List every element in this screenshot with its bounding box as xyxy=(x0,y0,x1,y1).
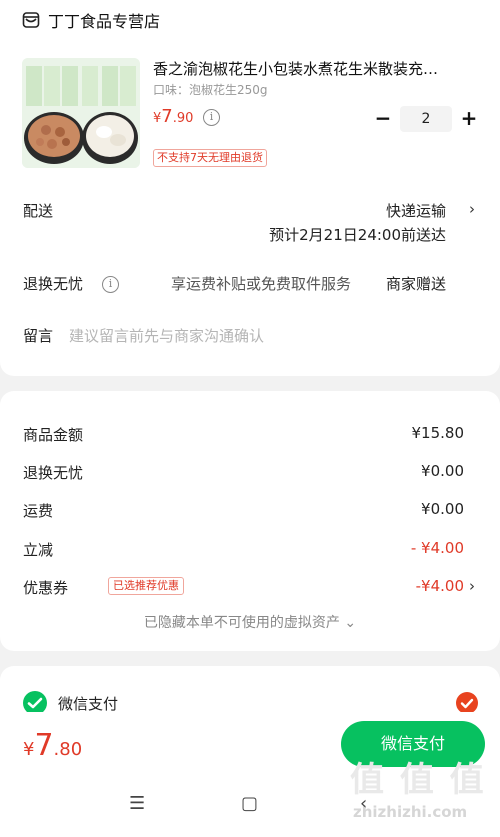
delivery-chevron-icon[interactable]: › xyxy=(469,200,475,218)
message-label: 留言 xyxy=(23,327,54,345)
summary-value: ¥0.00 xyxy=(421,500,464,518)
total-decimal: .80 xyxy=(53,739,83,760)
summary-value: - ¥4.00 xyxy=(410,539,464,557)
summary-label: 运费 xyxy=(23,502,54,520)
returns-desc: 享运费补贴或免费取件服务 xyxy=(171,275,352,293)
summary-label: 立减 xyxy=(23,541,54,559)
nav-back-icon[interactable]: ‹ xyxy=(360,793,367,814)
summary-value: ¥15.80 xyxy=(411,424,465,442)
price-integer: 7 xyxy=(161,106,173,127)
summary-label: 退换无忧 xyxy=(23,464,84,482)
quantity-plus-button[interactable]: + xyxy=(458,106,480,132)
quantity-input[interactable]: 2 xyxy=(400,106,452,132)
summary-value: ¥0.00 xyxy=(421,462,464,480)
returns-info-icon[interactable]: i xyxy=(102,276,119,293)
returns-gift: 商家赠送 xyxy=(385,275,446,293)
watermark-logo: 值 值 值 xyxy=(350,760,486,800)
hidden-assets-toggle[interactable]: 已隐藏本单不可使用的虚拟资产 ⌄ xyxy=(0,612,500,632)
no-return-tag: 不支持7天无理由退货 xyxy=(153,149,267,167)
price-decimal: .90 xyxy=(172,111,194,126)
shop-header[interactable]: 丁丁食品专营店 xyxy=(22,8,160,32)
returns-label: 退换无忧 xyxy=(23,275,84,293)
total-integer: 7 xyxy=(34,728,54,763)
delivery-method[interactable]: 快递运输 xyxy=(386,200,446,221)
summary-value[interactable]: -¥4.00 xyxy=(416,577,464,595)
coupon-chevron-icon[interactable]: › xyxy=(469,577,475,595)
watermark-url: zhizhizhi.com xyxy=(353,803,468,821)
payment-method-label[interactable]: 微信支付 xyxy=(58,693,118,714)
product-price: ¥ 7 .90 xyxy=(153,106,193,127)
product-spec[interactable]: 口味：泡椒花生250g xyxy=(153,81,268,98)
delivery-estimate: 预计2月21日24:00前送达 xyxy=(269,226,446,244)
quantity-minus-button[interactable]: − xyxy=(372,106,394,132)
shop-name: 丁丁食品专营店 xyxy=(48,12,161,31)
coupon-badge: 已选推荐优惠 xyxy=(108,577,184,595)
product-image[interactable] xyxy=(22,58,140,168)
product-title[interactable]: 香之渝泡椒花生小包装水煮花生米散装充… xyxy=(153,58,473,79)
total-price: ¥ 7 .80 xyxy=(23,728,82,763)
summary-label: 优惠券 xyxy=(23,579,69,597)
total-currency: ¥ xyxy=(23,739,35,760)
nav-menu-icon[interactable]: ☰ xyxy=(129,793,145,814)
summary-label: 商品金额 xyxy=(23,426,84,444)
quantity-stepper: − 2 + xyxy=(372,106,480,132)
selected-check-icon[interactable] xyxy=(456,692,478,714)
store-icon xyxy=(22,11,40,29)
nav-home-icon[interactable]: ▢ xyxy=(241,793,258,814)
message-input[interactable]: 建议留言前先与商家沟通确认 xyxy=(69,325,264,346)
delivery-label: 配送 xyxy=(23,202,54,220)
order-card: 丁丁食品专营店 香之渝泡椒花生小包装水煮花生米散装充… 口味：泡椒花生250g … xyxy=(0,0,500,376)
price-info-icon[interactable]: i xyxy=(203,109,220,126)
price-currency: ¥ xyxy=(153,111,162,126)
